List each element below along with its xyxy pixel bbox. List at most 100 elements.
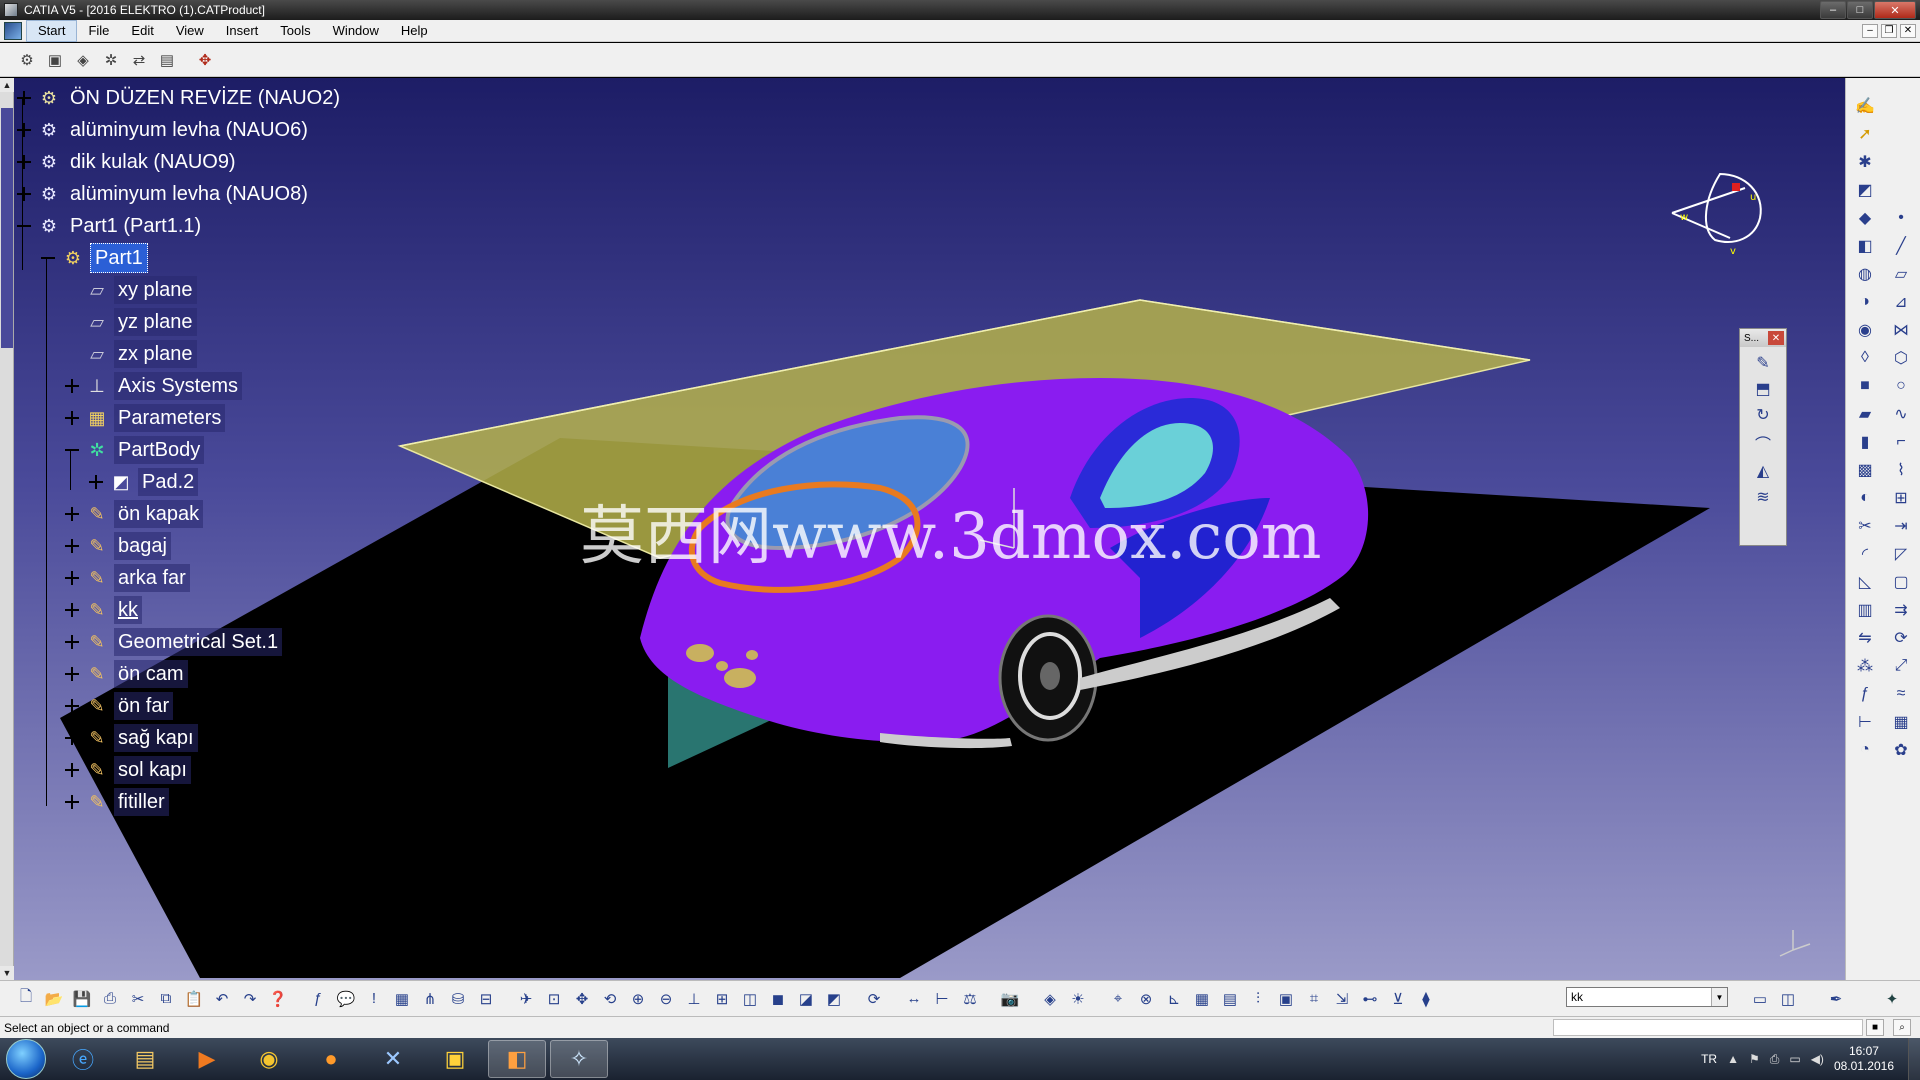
status-stop-button[interactable]: ■: [1866, 1019, 1884, 1036]
tree-node[interactable]: ✎ sağ kapı: [64, 722, 198, 754]
tree-node[interactable]: ✎ kk: [64, 594, 142, 626]
tree-node-label[interactable]: bagaj: [114, 532, 171, 560]
insert-component-icon[interactable]: ⚙: [16, 49, 38, 71]
split-icon[interactable]: ◐: [1848, 484, 1882, 512]
thick-surface-icon[interactable]: ▩: [1848, 456, 1882, 484]
tree-node[interactable]: ⚙ Part1 (Part1.1): [16, 210, 205, 242]
expand-icon[interactable]: [16, 186, 32, 202]
open-icon[interactable]: 📂: [42, 987, 66, 1011]
rear-light[interactable]: [746, 650, 758, 660]
menu-start[interactable]: Start: [26, 19, 78, 42]
shell-icon[interactable]: ▢: [1884, 568, 1918, 596]
copy-icon[interactable]: ⧉: [154, 987, 178, 1011]
tree-node[interactable]: ▱ yz plane: [64, 306, 197, 338]
scrollbar-thumb[interactable]: [1, 108, 13, 348]
outlook-icon[interactable]: ▣: [426, 1040, 484, 1078]
tree-node-label[interactable]: xy plane: [114, 276, 197, 304]
table-icon[interactable]: ▦: [390, 987, 414, 1011]
tree-node-label[interactable]: kk: [114, 596, 142, 624]
formula-icon[interactable]: ƒ: [1848, 680, 1882, 708]
rotate-icon[interactable]: ⟳: [1884, 624, 1918, 652]
minimize-button[interactable]: –: [1820, 1, 1846, 19]
sketch-icon[interactable]: ✎: [1756, 353, 1769, 373]
rib-icon[interactable]: ◊: [1848, 344, 1882, 372]
tree-node[interactable]: ✎ arka far: [64, 562, 190, 594]
network-icon[interactable]: ▭: [1789, 1052, 1800, 1066]
expand-icon[interactable]: [64, 602, 80, 618]
expand-icon[interactable]: [64, 410, 80, 426]
tree-node-label[interactable]: Geometrical Set.1: [114, 628, 283, 656]
work-support-icon[interactable]: ⊗: [1134, 987, 1158, 1011]
compass[interactable]: u v w: [1671, 172, 1762, 257]
shaft-icon[interactable]: ◍: [1848, 260, 1882, 288]
swap-visible-space-icon[interactable]: ◩: [822, 987, 846, 1011]
doc-close-button[interactable]: ✕: [1900, 23, 1916, 38]
tree-node-label[interactable]: ön kapak: [114, 500, 204, 528]
axis-system-icon[interactable]: ⊾: [1162, 987, 1186, 1011]
menu-help[interactable]: Help: [390, 20, 439, 42]
volume-icon[interactable]: ◀): [1811, 1052, 1824, 1066]
menu-window[interactable]: Window: [322, 20, 390, 42]
tree-node[interactable]: ⊥ Axis Systems: [64, 370, 243, 402]
grid-display-icon[interactable]: ▦: [1190, 987, 1214, 1011]
trim-icon[interactable]: ✂: [1848, 512, 1882, 540]
repetition-icon[interactable]: ⫶: [1246, 987, 1270, 1011]
graphic-properties-icon[interactable]: ◫: [1776, 987, 1800, 1011]
properties-icon[interactable]: ▭: [1748, 987, 1772, 1011]
clock[interactable]: 16:07 08.01.2016: [1834, 1044, 1894, 1074]
stack-icon[interactable]: ▣: [1274, 987, 1298, 1011]
tree-node-label[interactable]: ön cam: [114, 660, 188, 688]
file-explorer-icon[interactable]: ▤: [116, 1040, 174, 1078]
geometry-tree-icon[interactable]: ⊷: [1358, 987, 1382, 1011]
tree-node[interactable]: ⚙ alüminyum levha (NAUO8): [16, 178, 312, 210]
expand-icon[interactable]: [64, 794, 80, 810]
tree-node[interactable]: ✎ sol kapı: [64, 754, 191, 786]
edge-fillet-icon[interactable]: ◜: [1848, 540, 1882, 568]
catia-window-taskbar-item[interactable]: ◧: [488, 1040, 546, 1078]
graph-tree-reorder-icon[interactable]: ▤: [156, 49, 178, 71]
tree-node-label[interactable]: fitiller: [114, 788, 169, 816]
tree-node[interactable]: ✎ bagaj: [64, 530, 171, 562]
menu-insert[interactable]: Insert: [215, 20, 270, 42]
scroll-down-arrow-icon[interactable]: ▼: [0, 966, 14, 980]
multi-view-icon[interactable]: ⊞: [710, 987, 734, 1011]
windows-start-button[interactable]: [6, 1039, 46, 1079]
tree-node[interactable]: ⚙ dik kulak (NAUO9): [16, 146, 240, 178]
command-input[interactable]: [1553, 1019, 1863, 1036]
tree-node-label[interactable]: sol kapı: [114, 756, 191, 784]
extrapolate-icon[interactable]: ⇥: [1884, 512, 1918, 540]
snap-icon[interactable]: ⌖: [1106, 987, 1130, 1011]
measure-between-icon[interactable]: ↔: [902, 987, 926, 1011]
tree-node[interactable]: ⚙ Part1: [40, 242, 148, 274]
draft-icon[interactable]: ◺: [1848, 568, 1882, 596]
doc-restore-button[interactable]: ❐: [1881, 23, 1897, 38]
layer-filter-icon[interactable]: ⧫: [1414, 987, 1438, 1011]
translate-icon[interactable]: ⇉: [1884, 596, 1918, 624]
tree-node[interactable]: ✎ ön far: [64, 690, 174, 722]
tree-node[interactable]: ✎ fitiller: [64, 786, 169, 818]
flag-icon[interactable]: ⚑: [1749, 1052, 1760, 1066]
tree-node[interactable]: ✲ PartBody: [64, 434, 205, 466]
floating-toolbar-title[interactable]: S... ✕: [1740, 329, 1786, 347]
scale-icon[interactable]: ⤢: [1884, 652, 1918, 680]
expand-icon[interactable]: [64, 666, 80, 682]
select-arrow-icon[interactable]: ➚: [1848, 120, 1882, 148]
analysis-icon[interactable]: ◔: [1848, 736, 1882, 764]
pocket-icon[interactable]: ◧: [1848, 232, 1882, 260]
tree-node[interactable]: ◩ Pad.2: [88, 466, 199, 498]
expand-icon[interactable]: [16, 122, 32, 138]
tree-node-label[interactable]: Pad.2: [138, 468, 199, 496]
formula-fx-icon[interactable]: ƒ: [306, 987, 330, 1011]
mirror-icon[interactable]: ⇋: [1848, 624, 1882, 652]
iso-view-icon[interactable]: ◫: [738, 987, 762, 1011]
sweep-icon[interactable]: ⌒: [1755, 431, 1771, 455]
whats-this-icon[interactable]: ❓: [266, 987, 290, 1011]
menu-tools[interactable]: Tools: [269, 20, 321, 42]
revolve-icon[interactable]: ↻: [1756, 405, 1769, 425]
tree-node-label[interactable]: zx plane: [114, 340, 197, 368]
expand-icon[interactable]: [64, 570, 80, 586]
menu-edit[interactable]: Edit: [120, 20, 164, 42]
tree-node-label[interactable]: alüminyum levha (NAUO6): [66, 116, 312, 144]
measure-inertia-icon[interactable]: ⚖: [958, 987, 982, 1011]
normal-view-icon[interactable]: ⊥: [682, 987, 706, 1011]
